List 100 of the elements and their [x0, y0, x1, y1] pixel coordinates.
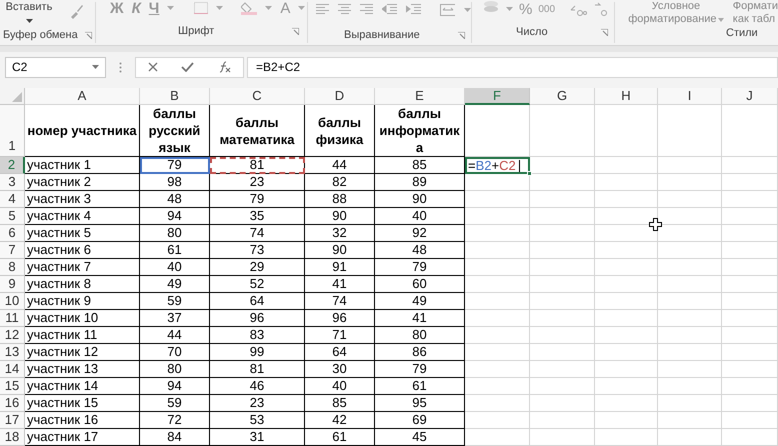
row-header[interactable]: 5: [0, 208, 25, 225]
column-header[interactable]: H: [595, 88, 658, 105]
empty-cell: [530, 174, 595, 191]
column-header[interactable]: D: [305, 88, 375, 105]
empty-cell: [658, 395, 722, 412]
row-header[interactable]: 18: [0, 429, 25, 446]
table-cell: участник 5: [25, 225, 140, 242]
select-all-icon[interactable]: [12, 92, 22, 102]
empty-cell: [530, 225, 595, 242]
row-header[interactable]: 7: [0, 242, 25, 259]
row-header[interactable]: 11: [0, 310, 25, 327]
column-heading-cell: номер участника: [25, 105, 140, 157]
column-header[interactable]: J: [722, 88, 778, 105]
dialog-launcher-icon[interactable]: [601, 28, 608, 36]
row-header[interactable]: 2: [0, 157, 25, 174]
caret-icon[interactable]: [298, 6, 306, 10]
row-header[interactable]: 14: [0, 361, 25, 378]
caret-icon[interactable]: [265, 6, 272, 10]
table-cell: 64: [305, 344, 375, 361]
empty-cell: [595, 242, 658, 259]
table-cell: 61: [140, 242, 210, 259]
decrease-indent-icon[interactable]: [382, 4, 398, 14]
table-cell: 94: [140, 378, 210, 395]
drag-handle-icon[interactable]: [119, 62, 122, 72]
empty-cell: [465, 344, 530, 361]
caret-icon[interactable]: [506, 7, 513, 11]
group-label: Число: [516, 24, 548, 40]
table-cell: 53: [210, 412, 305, 429]
row-header[interactable]: 6: [0, 225, 25, 242]
row-header[interactable]: 13: [0, 344, 25, 361]
table-cell: 90: [305, 242, 375, 259]
table-cell: 72: [140, 412, 210, 429]
fill-color-icon[interactable]: [241, 1, 258, 15]
empty-cell: [658, 191, 722, 208]
dialog-launcher-icon[interactable]: [292, 28, 299, 34]
merge-cells-icon[interactable]: [440, 4, 456, 16]
cell-editor[interactable]: =B2+C2: [465, 157, 530, 174]
column-header[interactable]: C: [210, 88, 305, 105]
cross-cursor-icon: [649, 218, 662, 231]
table-cell: 74: [305, 293, 375, 310]
align-center-icon[interactable]: [338, 4, 352, 14]
empty-cell: [722, 429, 778, 446]
table-cell: 41: [305, 276, 375, 293]
column-header[interactable]: B: [140, 88, 210, 105]
table-cell: 61: [375, 378, 465, 395]
table-cell: 74: [210, 225, 305, 242]
empty-cell: [722, 174, 778, 191]
function-icon[interactable]: [217, 61, 232, 73]
row-header[interactable]: 3: [0, 174, 25, 191]
table-cell: 90: [305, 208, 375, 225]
empty-cell: [465, 293, 530, 310]
row-header[interactable]: 8: [0, 259, 25, 276]
row-header[interactable]: 1: [0, 105, 25, 157]
empty-cell: [530, 412, 595, 429]
table-cell: 41: [375, 310, 465, 327]
empty-cell: [595, 259, 658, 276]
row-header[interactable]: 17: [0, 412, 25, 429]
caret-icon[interactable]: [167, 6, 174, 10]
table-cell: участник 1: [25, 157, 140, 174]
row-header[interactable]: 9: [0, 276, 25, 293]
row-header[interactable]: 15: [0, 378, 25, 395]
column-header[interactable]: G: [530, 88, 595, 105]
row-header[interactable]: 12: [0, 327, 25, 344]
dialog-launcher-icon[interactable]: [458, 32, 465, 38]
table-cell: 40: [140, 259, 210, 276]
table-cell: 80: [375, 327, 465, 344]
column-header[interactable]: I: [658, 88, 722, 105]
empty-cell: [530, 259, 595, 276]
currency-icon[interactable]: [482, 0, 500, 14]
table-cell: 79: [210, 191, 305, 208]
paste-button[interactable]: Вставить: [0, 2, 58, 23]
table-cell: участник 4: [25, 208, 140, 225]
align-left-icon[interactable]: [316, 4, 330, 14]
empty-cell: [658, 378, 722, 395]
increase-indent-icon[interactable]: [406, 4, 422, 14]
align-right-icon[interactable]: [360, 4, 374, 14]
empty-cell: [595, 361, 658, 378]
column-header[interactable]: A: [25, 88, 140, 105]
table-cell: участник 12: [25, 344, 140, 361]
table-cell: 35: [210, 208, 305, 225]
cancel-icon[interactable]: [148, 62, 158, 72]
empty-cell: [722, 344, 778, 361]
dialog-launcher-icon[interactable]: [85, 32, 92, 38]
table-cell: 32: [305, 225, 375, 242]
column-header[interactable]: E: [375, 88, 465, 105]
row-header[interactable]: 10: [0, 293, 25, 310]
row-header[interactable]: 16: [0, 395, 25, 412]
table-cell: 92: [375, 225, 465, 242]
table-cell: 49: [140, 276, 210, 293]
caret-icon[interactable]: [464, 8, 472, 12]
table-cell: 99: [210, 344, 305, 361]
caret-icon[interactable]: [216, 6, 224, 10]
checkmark-icon[interactable]: [180, 62, 194, 72]
empty-cell: [595, 157, 658, 174]
column-header[interactable]: F: [465, 88, 530, 105]
table-cell: 29: [210, 259, 305, 276]
formula-bar-field[interactable]: =B2+C2: [247, 56, 778, 78]
row-header[interactable]: 4: [0, 191, 25, 208]
name-box[interactable]: C2: [5, 56, 106, 78]
borders-icon[interactable]: [194, 2, 208, 14]
